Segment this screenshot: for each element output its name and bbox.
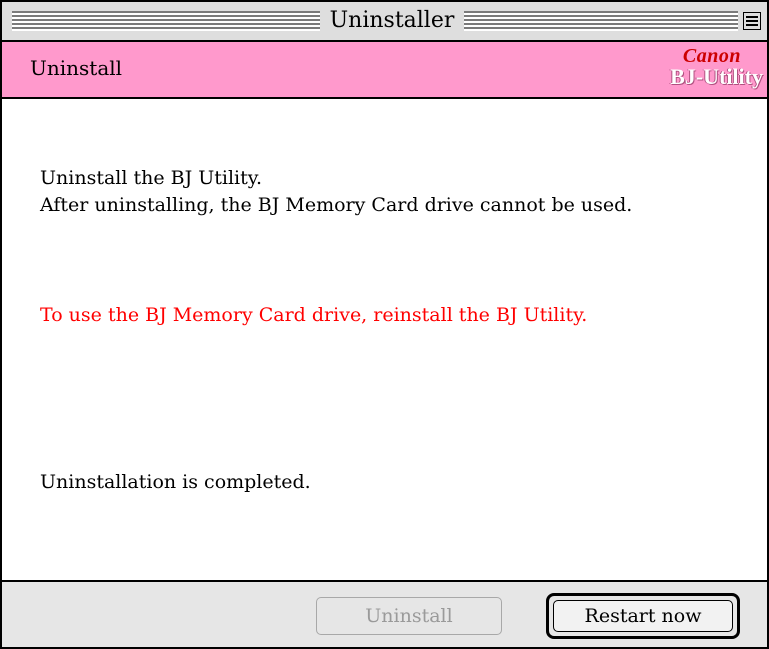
restart-now-button[interactable]: Restart now xyxy=(553,600,733,632)
button-bar: Uninstall Restart now xyxy=(2,580,767,647)
window-title: Uninstaller xyxy=(329,8,455,33)
title-bar-stripes xyxy=(12,11,320,31)
header-banner: Uninstall Canon BJ-Utility xyxy=(2,42,767,99)
title-bar[interactable]: Uninstaller xyxy=(2,2,767,42)
restart-now-button-frame[interactable]: Restart now xyxy=(546,593,740,639)
instruction-line-2: After uninstalling, the BJ Memory Card d… xyxy=(40,194,633,216)
collapse-box-icon[interactable] xyxy=(743,12,761,30)
status-message: Uninstallation is completed. xyxy=(40,471,311,493)
page-title: Uninstall xyxy=(30,56,123,80)
title-bar-stripes xyxy=(464,11,738,31)
uninstall-button[interactable]: Uninstall xyxy=(316,597,502,635)
uninstaller-window: Uninstaller Uninstall Canon BJ-Utility U… xyxy=(0,0,769,649)
reinstall-warning: To use the BJ Memory Card drive, reinsta… xyxy=(40,304,588,326)
bj-utility-logo: BJ-Utility xyxy=(670,64,763,89)
instruction-line-1: Uninstall the BJ Utility. xyxy=(40,167,263,189)
